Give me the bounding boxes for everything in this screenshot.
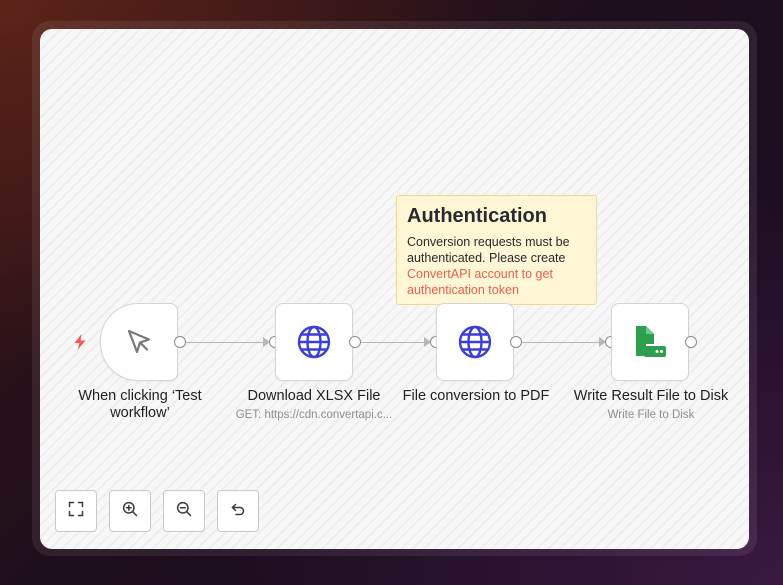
sticky-note[interactable]: Authentication Conversion requests must … [396, 195, 597, 305]
zoom-out-icon [176, 501, 192, 522]
zoom-in-icon [122, 501, 138, 522]
sticky-note-text: Conversion requests must be authenticate… [407, 235, 570, 265]
output-handle-download[interactable] [349, 336, 361, 348]
file-disk-icon [633, 324, 667, 360]
globe-icon [297, 325, 331, 359]
node-download-xlsx[interactable] [275, 303, 353, 381]
node-manual-trigger[interactable] [100, 303, 178, 381]
canvas-controls [55, 490, 271, 532]
cursor-icon [124, 327, 154, 357]
sticky-note-title: Authentication [407, 205, 547, 227]
output-handle-trigger[interactable] [174, 336, 186, 348]
node-title-write: Write Result File to Disk [573, 388, 729, 404]
zoom-in-button[interactable] [109, 490, 151, 532]
connection-trigger-download[interactable] [186, 341, 266, 343]
trigger-bolt-icon [73, 334, 87, 355]
node-title-trigger: When clicking ‘Test workflow’ [78, 388, 202, 421]
node-title-download: Download XLSX File [247, 388, 381, 404]
sticky-note-link[interactable]: ConvertAPI account to get authentication… [407, 267, 553, 297]
node-file-conversion[interactable] [436, 303, 514, 381]
node-subtitle-download: GET: https://cdn.convertapi.c... [235, 409, 393, 421]
connection-convert-write[interactable] [522, 341, 602, 343]
reset-zoom-button[interactable] [217, 490, 259, 532]
sticky-note-body: Conversion requests must be authenticate… [407, 234, 586, 298]
connection-download-convert[interactable] [361, 341, 427, 343]
node-write-file[interactable] [611, 303, 689, 381]
fit-view-button[interactable] [55, 490, 97, 532]
zoom-out-button[interactable] [163, 490, 205, 532]
fullscreen-icon [68, 501, 84, 522]
globe-icon [458, 325, 492, 359]
output-handle-convert[interactable] [510, 336, 522, 348]
node-subtitle-write: Write File to Disk [607, 409, 695, 421]
node-title-convert: File conversion to PDF [402, 388, 550, 404]
output-handle-write[interactable] [685, 336, 697, 348]
undo-icon [230, 501, 246, 522]
workflow-canvas[interactable]: Authentication Conversion requests must … [40, 29, 749, 549]
